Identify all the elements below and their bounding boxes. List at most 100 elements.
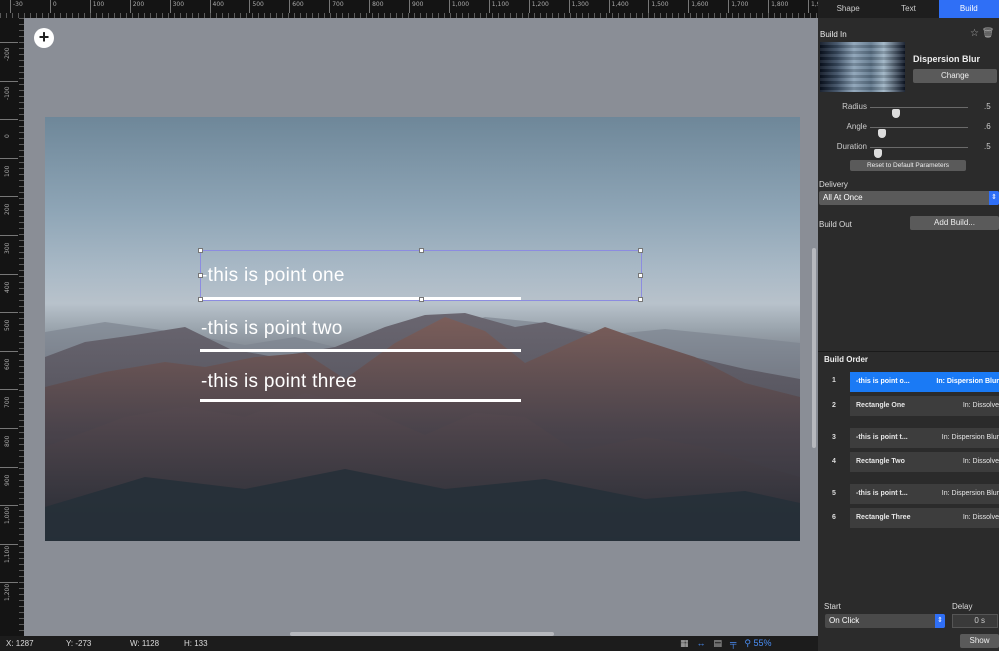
build-in-icons: ☆ 🗑 bbox=[970, 28, 994, 39]
star-icon[interactable]: ☆ bbox=[970, 28, 979, 39]
height-value: H: 133 bbox=[184, 639, 208, 648]
slider-knob[interactable] bbox=[892, 109, 901, 118]
resize-handle[interactable] bbox=[638, 297, 643, 302]
ruler-tick-label: 1,100 bbox=[0, 543, 18, 563]
delay-field[interactable]: 0 s bbox=[952, 614, 998, 628]
effect-preview-thumbnail[interactable] bbox=[820, 42, 905, 92]
start-value: On Click bbox=[829, 616, 860, 625]
start-select[interactable]: On Click ⇕ bbox=[825, 614, 945, 628]
point-two-text[interactable]: -this is point two bbox=[201, 318, 343, 340]
resize-handle[interactable] bbox=[419, 297, 424, 302]
ruler-tick-label: 1,000 bbox=[448, 0, 469, 13]
build-item-name: -this is point t... bbox=[856, 434, 908, 441]
ruler-tick-label: 900 bbox=[0, 466, 18, 486]
ruler-tick-label: 1,700 bbox=[728, 0, 748, 13]
build-order-number: 4 bbox=[832, 458, 836, 465]
resize-handle[interactable] bbox=[638, 248, 643, 253]
delivery-label: Delivery bbox=[819, 180, 848, 189]
build-item-effect: In: Dissolve bbox=[962, 402, 999, 409]
vertical-scrollbar[interactable] bbox=[812, 248, 816, 448]
ruler-tick-label: 800 bbox=[369, 0, 384, 13]
build-order-number: 5 bbox=[832, 490, 836, 497]
ruler-tick-label: 600 bbox=[0, 350, 18, 370]
build-order-item[interactable]: -this is point t... In: Dispersion Blur bbox=[850, 484, 999, 504]
chevron-updown-icon: ⇕ bbox=[935, 614, 945, 628]
canvas-area[interactable]: + -this is point one -this is point two … bbox=[24, 18, 818, 636]
x-coordinate: X: 1287 bbox=[6, 639, 34, 648]
delivery-select[interactable]: All At Once ⇕ bbox=[819, 191, 999, 205]
build-order-item[interactable]: Rectangle Three In: Dissolve bbox=[850, 508, 999, 528]
slider-knob[interactable] bbox=[877, 129, 886, 138]
build-item-name: Rectangle Two bbox=[856, 458, 905, 465]
rectangle-three[interactable] bbox=[200, 399, 521, 402]
build-item-name: Rectangle One bbox=[856, 402, 906, 409]
duration-param: Duration .5 bbox=[818, 140, 999, 158]
resize-handle[interactable] bbox=[638, 273, 643, 278]
tab-shape[interactable]: Shape bbox=[818, 0, 878, 18]
ruler-top: -30 0 100 200 300 400 500 600 700 800 900 1,000 1,10… bbox=[0, 0, 818, 18]
ruler-tick-label: 700 bbox=[0, 389, 18, 408]
grid-icon[interactable]: ▤ bbox=[714, 636, 723, 651]
radius-label: Radius bbox=[842, 102, 867, 111]
build-in-label: Build In bbox=[820, 30, 847, 39]
ruler-tick-label: 300 bbox=[0, 235, 18, 254]
tab-text[interactable]: Text bbox=[878, 0, 938, 18]
ruler-tick-label: 100 bbox=[0, 157, 18, 177]
radius-slider[interactable] bbox=[870, 107, 968, 118]
zoom-level[interactable]: ⚲ 55% bbox=[744, 636, 771, 651]
build-order-item[interactable]: -this is point t... In: Dispersion Blur bbox=[850, 428, 999, 448]
selection-box[interactable] bbox=[198, 248, 643, 302]
tab-build[interactable]: Build bbox=[938, 0, 999, 18]
resize-handle[interactable] bbox=[419, 248, 424, 253]
checkerboard-icon[interactable]: ▦ bbox=[680, 636, 689, 651]
angle-value: .6 bbox=[984, 122, 991, 131]
effect-name: Dispersion Blur bbox=[913, 54, 981, 64]
zoom-icon: ⚲ bbox=[744, 638, 752, 648]
inspector-panel: Shape Text Build Build In ☆ 🗑 Dispersion… bbox=[818, 0, 999, 651]
ruler-tick-label: 1,300 bbox=[568, 0, 589, 13]
resize-handle[interactable] bbox=[198, 297, 203, 302]
build-order-item[interactable]: Rectangle Two In: Dissolve bbox=[850, 452, 999, 472]
guides-icon[interactable]: ╤ bbox=[730, 636, 736, 651]
duration-slider[interactable] bbox=[870, 147, 968, 158]
slide[interactable]: -this is point one -this is point two -t… bbox=[45, 117, 800, 541]
build-item-name: Rectangle Three bbox=[856, 514, 911, 521]
build-item-name: -this is point t... bbox=[856, 490, 908, 497]
build-item-effect: In: Dissolve bbox=[962, 514, 999, 521]
ruler-tick-label: 200 bbox=[0, 196, 18, 215]
rectangle-two[interactable] bbox=[200, 349, 521, 352]
radius-param: Radius .5 bbox=[818, 100, 999, 118]
ruler-tick-label: 300 bbox=[169, 0, 184, 13]
build-order-number: 2 bbox=[832, 402, 836, 409]
show-button[interactable]: Show bbox=[960, 634, 999, 648]
ruler-tick-label: 1,600 bbox=[688, 0, 708, 13]
build-order-item[interactable]: -this is point o... In: Dispersion Blur bbox=[850, 372, 999, 392]
ruler-tick-label: 1,200 bbox=[0, 582, 18, 601]
angle-slider[interactable] bbox=[870, 127, 968, 138]
trash-icon[interactable]: 🗑 bbox=[982, 28, 995, 39]
ruler-tick-label: 600 bbox=[289, 0, 304, 13]
radius-value: .5 bbox=[984, 102, 991, 111]
add-build-button[interactable]: Add Build... bbox=[910, 216, 999, 230]
ruler-tick-label: 700 bbox=[329, 0, 344, 13]
resize-handle[interactable] bbox=[198, 273, 203, 278]
resize-handle[interactable] bbox=[198, 248, 203, 253]
reset-parameters-button[interactable]: Reset to Default Parameters bbox=[850, 160, 966, 171]
delivery-value: All At Once bbox=[823, 193, 863, 202]
chevron-updown-icon: ⇕ bbox=[989, 191, 999, 205]
y-coordinate: Y: -273 bbox=[66, 639, 92, 648]
divider bbox=[818, 351, 999, 352]
point-three-text[interactable]: -this is point three bbox=[201, 371, 357, 393]
slider-knob[interactable] bbox=[873, 149, 882, 158]
build-order-item[interactable]: Rectangle One In: Dissolve bbox=[850, 396, 999, 416]
ruler-tick-label: 500 bbox=[0, 312, 18, 331]
angle-param: Angle .6 bbox=[818, 120, 999, 138]
ruler-tick-label: 100 bbox=[89, 0, 104, 13]
add-icon[interactable]: + bbox=[34, 28, 54, 48]
ruler-tick-label: 1,200 bbox=[528, 0, 549, 13]
ruler-left: -200 -100 0 100 200 300 400 500 600 700 800 900 1,00… bbox=[0, 18, 24, 636]
fit-width-icon[interactable]: ↔ bbox=[697, 636, 706, 651]
start-label: Start bbox=[824, 602, 841, 611]
change-effect-button[interactable]: Change bbox=[913, 69, 997, 83]
ruler-tick-label: 400 bbox=[209, 0, 224, 13]
